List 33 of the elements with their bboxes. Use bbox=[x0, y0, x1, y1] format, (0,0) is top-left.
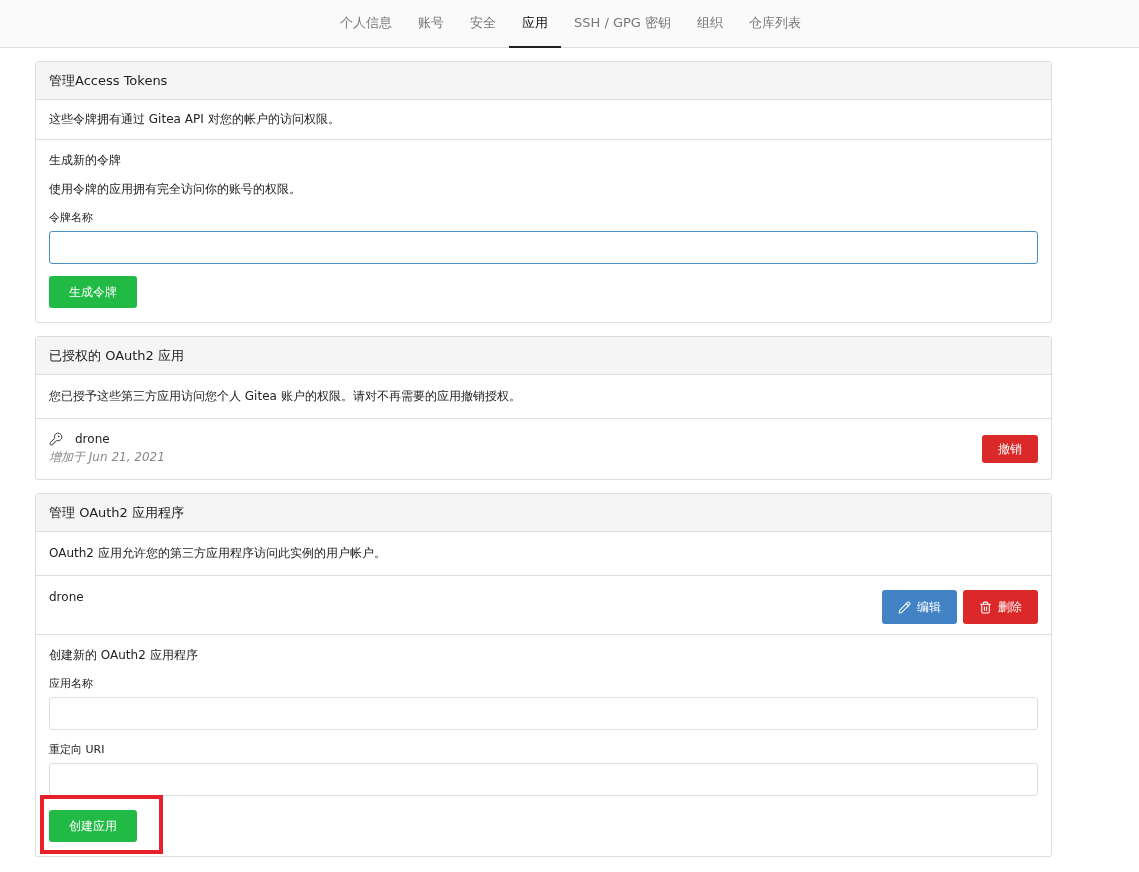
text-input[interactable] bbox=[49, 697, 1038, 730]
settings-tab[interactable]: 个人信息 bbox=[326, 0, 405, 48]
description-text: 这些令牌拥有通过 Gitea API 对您的帐户的访问权限。 bbox=[49, 111, 340, 128]
create-app-button[interactable]: 创建应用 bbox=[49, 810, 137, 842]
field-label: 重定向 URI bbox=[49, 742, 106, 757]
app-name: drone bbox=[75, 432, 110, 446]
generate-token-button[interactable]: 生成令牌 bbox=[49, 276, 137, 308]
settings-tab[interactable]: 组织 bbox=[684, 0, 736, 48]
form-note: 使用令牌的应用拥有完全访问你的账号的权限。 bbox=[49, 181, 302, 198]
settings-tab[interactable]: 仓库列表 bbox=[736, 0, 814, 48]
description-text: 您已授予这些第三方应用访问您个人 Gitea 账户的权限。请对不再需要的应用撤销授权。 bbox=[49, 388, 521, 405]
key-icon bbox=[49, 432, 63, 446]
panel-header: 管理Access Tokens bbox=[36, 62, 1051, 100]
field-label: 令牌名称 bbox=[49, 210, 94, 225]
app-name: drone bbox=[49, 590, 84, 604]
trash-icon bbox=[979, 600, 992, 614]
added-date: 增加于 Jun 21, 2021 bbox=[49, 449, 165, 466]
form-title: 创建新的 OAuth2 应用程序 bbox=[49, 647, 199, 664]
settings-tab[interactable]: SSH / GPG 密钥 bbox=[560, 0, 684, 48]
text-input[interactable] bbox=[49, 763, 1038, 796]
revoke-button[interactable]: 撤销 bbox=[982, 435, 1038, 463]
panel-header: 管理 OAuth2 应用程序 bbox=[36, 494, 1051, 532]
token-name-input[interactable] bbox=[49, 231, 1038, 264]
delete-button[interactable]: 删除 bbox=[963, 590, 1038, 624]
field-label: 应用名称 bbox=[49, 676, 94, 691]
form-title: 生成新的令牌 bbox=[49, 152, 122, 169]
panel-header: 已授权的 OAuth2 应用 bbox=[36, 337, 1051, 375]
description-text: OAuth2 应用允许您的第三方应用程序访问此实例的用户帐户。 bbox=[49, 545, 386, 562]
edit-button[interactable]: 编辑 bbox=[882, 590, 957, 624]
settings-tab[interactable]: 安全 bbox=[456, 0, 509, 48]
settings-tab[interactable]: 应用 bbox=[508, 0, 561, 48]
pencil-icon bbox=[898, 600, 911, 614]
settings-tab[interactable]: 账号 bbox=[404, 0, 457, 48]
